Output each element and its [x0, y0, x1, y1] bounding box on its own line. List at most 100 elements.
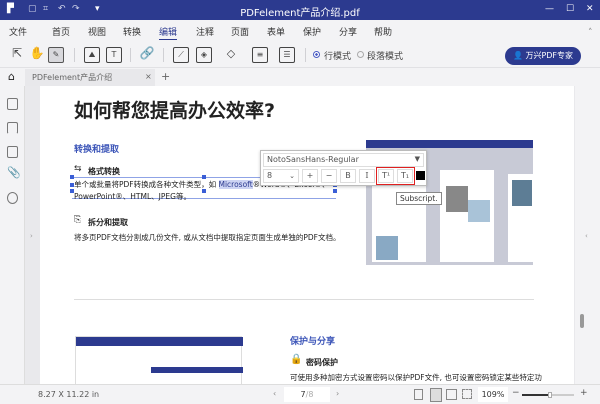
tab-close-button[interactable]: ×	[145, 72, 152, 81]
line-mode-label: 行模式	[324, 52, 352, 62]
background-icon[interactable]: ◇	[223, 47, 239, 63]
menu-view[interactable]: 视图	[88, 25, 106, 38]
font-size-select[interactable]: 8 ⌄	[263, 169, 299, 183]
page-heading: 如何帮您提高办公效率?	[74, 100, 276, 122]
bates-number-icon[interactable]: ☰	[279, 47, 295, 63]
attachment-icon[interactable]: 📎	[7, 166, 21, 179]
left-sidebar: 📎	[0, 86, 25, 384]
tooltip: Subscript.	[396, 192, 442, 205]
right-panel: ‹	[575, 86, 600, 384]
page-size: 8.27 X 11.22 in	[38, 390, 100, 399]
user-icon: 👤	[512, 51, 526, 60]
home-icon[interactable]: ⌂	[8, 70, 15, 83]
divider	[74, 48, 75, 62]
menu-bar: 文件 首页 视图 转换 编辑 注释 页面 表单 保护 分享 帮助 ˄	[0, 20, 600, 42]
bold-button[interactable]: B	[340, 169, 356, 183]
single-page-view-icon[interactable]	[414, 389, 423, 400]
section-heading: 保护与分享	[290, 337, 336, 347]
highlight-box	[376, 167, 415, 185]
bookmark-icon[interactable]	[7, 122, 18, 134]
tab-label: PDFelement产品介绍	[32, 73, 113, 82]
watermark-icon[interactable]: ◈	[196, 47, 212, 63]
font-size-value: 8	[267, 171, 273, 180]
expand-panel-icon[interactable]: ›	[30, 232, 33, 240]
total-pages: /8	[305, 390, 314, 399]
decrease-font-button[interactable]: −	[321, 169, 337, 183]
selected-text: Microsoft	[218, 180, 253, 189]
screenshot-image	[75, 336, 243, 384]
item-text: 可使用多种加密方式设置密码以保护PDF文件, 也可设置密码锁定某些特定功	[290, 373, 542, 382]
comment-icon[interactable]	[7, 146, 18, 158]
font-color-swatch[interactable]	[416, 171, 425, 180]
grid-view-icon[interactable]	[462, 389, 472, 399]
menu-protect[interactable]: 保护	[303, 25, 321, 38]
maximize-icon[interactable]: ☐	[566, 4, 574, 14]
status-bar: 8.27 X 11.22 in ‹ 7/8 › 109% − +	[0, 384, 600, 404]
edit-text-icon[interactable]: ✎	[48, 47, 64, 63]
menu-help[interactable]: 帮助	[374, 25, 392, 38]
select-cursor-icon[interactable]: ⇱	[9, 47, 25, 63]
menu-home[interactable]: 首页	[52, 25, 70, 38]
paragraph-mode-radio[interactable]	[357, 51, 364, 58]
title-bar: ▛ ▢ ⌗ ↶ ↷ ▾ PDFelement产品介绍.pdf — ☐ ✕	[0, 0, 600, 20]
item-heading: 密码保护	[306, 358, 338, 367]
zoom-in-button[interactable]: +	[580, 388, 588, 398]
collapse-right-icon[interactable]: ‹	[585, 232, 588, 240]
crop-page-icon[interactable]: ⟋	[173, 47, 189, 63]
item-text: 将多页PDF文档分割成几份文件, 或从文档中提取指定页面生成单独的PDF文档。	[74, 233, 341, 242]
hand-icon[interactable]: ✋	[29, 47, 45, 63]
document-page: 如何帮您提高办公效率? 转换和提取 ⇆ 格式转换 单个或批量将PDF转换成各种文…	[40, 86, 574, 384]
chevron-down-icon: ⌄	[289, 172, 295, 180]
search-icon[interactable]	[7, 192, 18, 204]
text-run: 单个或批量将PDF转换成各种文件类型，如	[74, 180, 219, 189]
menu-annotate[interactable]: 注释	[196, 25, 214, 38]
expert-button[interactable]: 👤 万兴PDF专家	[505, 47, 581, 65]
font-format-popup: NotoSansHans-Regular ▼ 8 ⌄ + − B I T¹ T₁	[260, 150, 427, 186]
zoom-input[interactable]: 109%	[478, 387, 508, 402]
split-icon: ⎘	[74, 215, 82, 225]
menu-share[interactable]: 分享	[339, 25, 357, 38]
menu-form[interactable]: 表单	[267, 25, 285, 38]
pages-icon[interactable]	[7, 98, 18, 110]
chevron-down-icon: ▼	[414, 155, 420, 163]
link-icon[interactable]: 🔗	[139, 47, 155, 63]
convert-icon: ⇆	[74, 164, 82, 174]
font-family-value: NotoSansHans-Regular	[267, 155, 359, 164]
next-page-button[interactable]: ›	[336, 389, 339, 398]
new-tab-button[interactable]: +	[161, 70, 170, 83]
header-footer-icon[interactable]: ≡	[252, 47, 268, 63]
zoom-slider[interactable]	[522, 392, 574, 398]
increase-font-button[interactable]: +	[302, 169, 318, 183]
text-run: PowerPoint®、HTML、JPEG等。	[74, 192, 191, 201]
menu-edit[interactable]: 编辑	[159, 25, 178, 40]
prev-page-button[interactable]: ‹	[273, 389, 276, 398]
minimize-icon[interactable]: —	[545, 4, 554, 14]
divider	[163, 48, 164, 62]
section-heading: 转换和提取	[74, 145, 120, 155]
line-mode-radio[interactable]	[313, 51, 320, 58]
continuous-view-icon[interactable]	[430, 388, 442, 402]
divider	[74, 299, 534, 300]
lock-icon: 🔒	[290, 354, 303, 365]
paragraph-mode-label: 段落模式	[367, 52, 404, 62]
add-text-icon[interactable]: T	[106, 47, 122, 63]
menu-file[interactable]: 文件	[9, 25, 27, 38]
menu-page[interactable]: 页面	[231, 25, 249, 38]
divider	[305, 48, 306, 62]
menu-convert[interactable]: 转换	[123, 25, 141, 38]
expert-button-label: 万兴PDF专家	[525, 51, 574, 60]
close-icon[interactable]: ✕	[586, 4, 594, 14]
add-image-icon[interactable]: ⛰	[84, 47, 100, 63]
vertical-scrollbar[interactable]	[580, 314, 584, 328]
zoom-out-button[interactable]: −	[512, 388, 520, 398]
page-number-input[interactable]: 7/8	[284, 387, 330, 402]
item-heading: 格式转换	[88, 167, 120, 176]
item-heading: 拆分和提取	[88, 218, 128, 227]
divider	[130, 48, 131, 62]
window-title: PDFelement产品介绍.pdf	[240, 8, 360, 19]
collapse-ribbon-icon[interactable]: ˄	[588, 28, 593, 38]
two-page-view-icon[interactable]	[446, 389, 457, 400]
tab-document[interactable]: PDFelement产品介绍 ×	[25, 69, 155, 86]
font-family-select[interactable]: NotoSansHans-Regular ▼	[263, 153, 424, 167]
italic-button[interactable]: I	[359, 169, 375, 183]
